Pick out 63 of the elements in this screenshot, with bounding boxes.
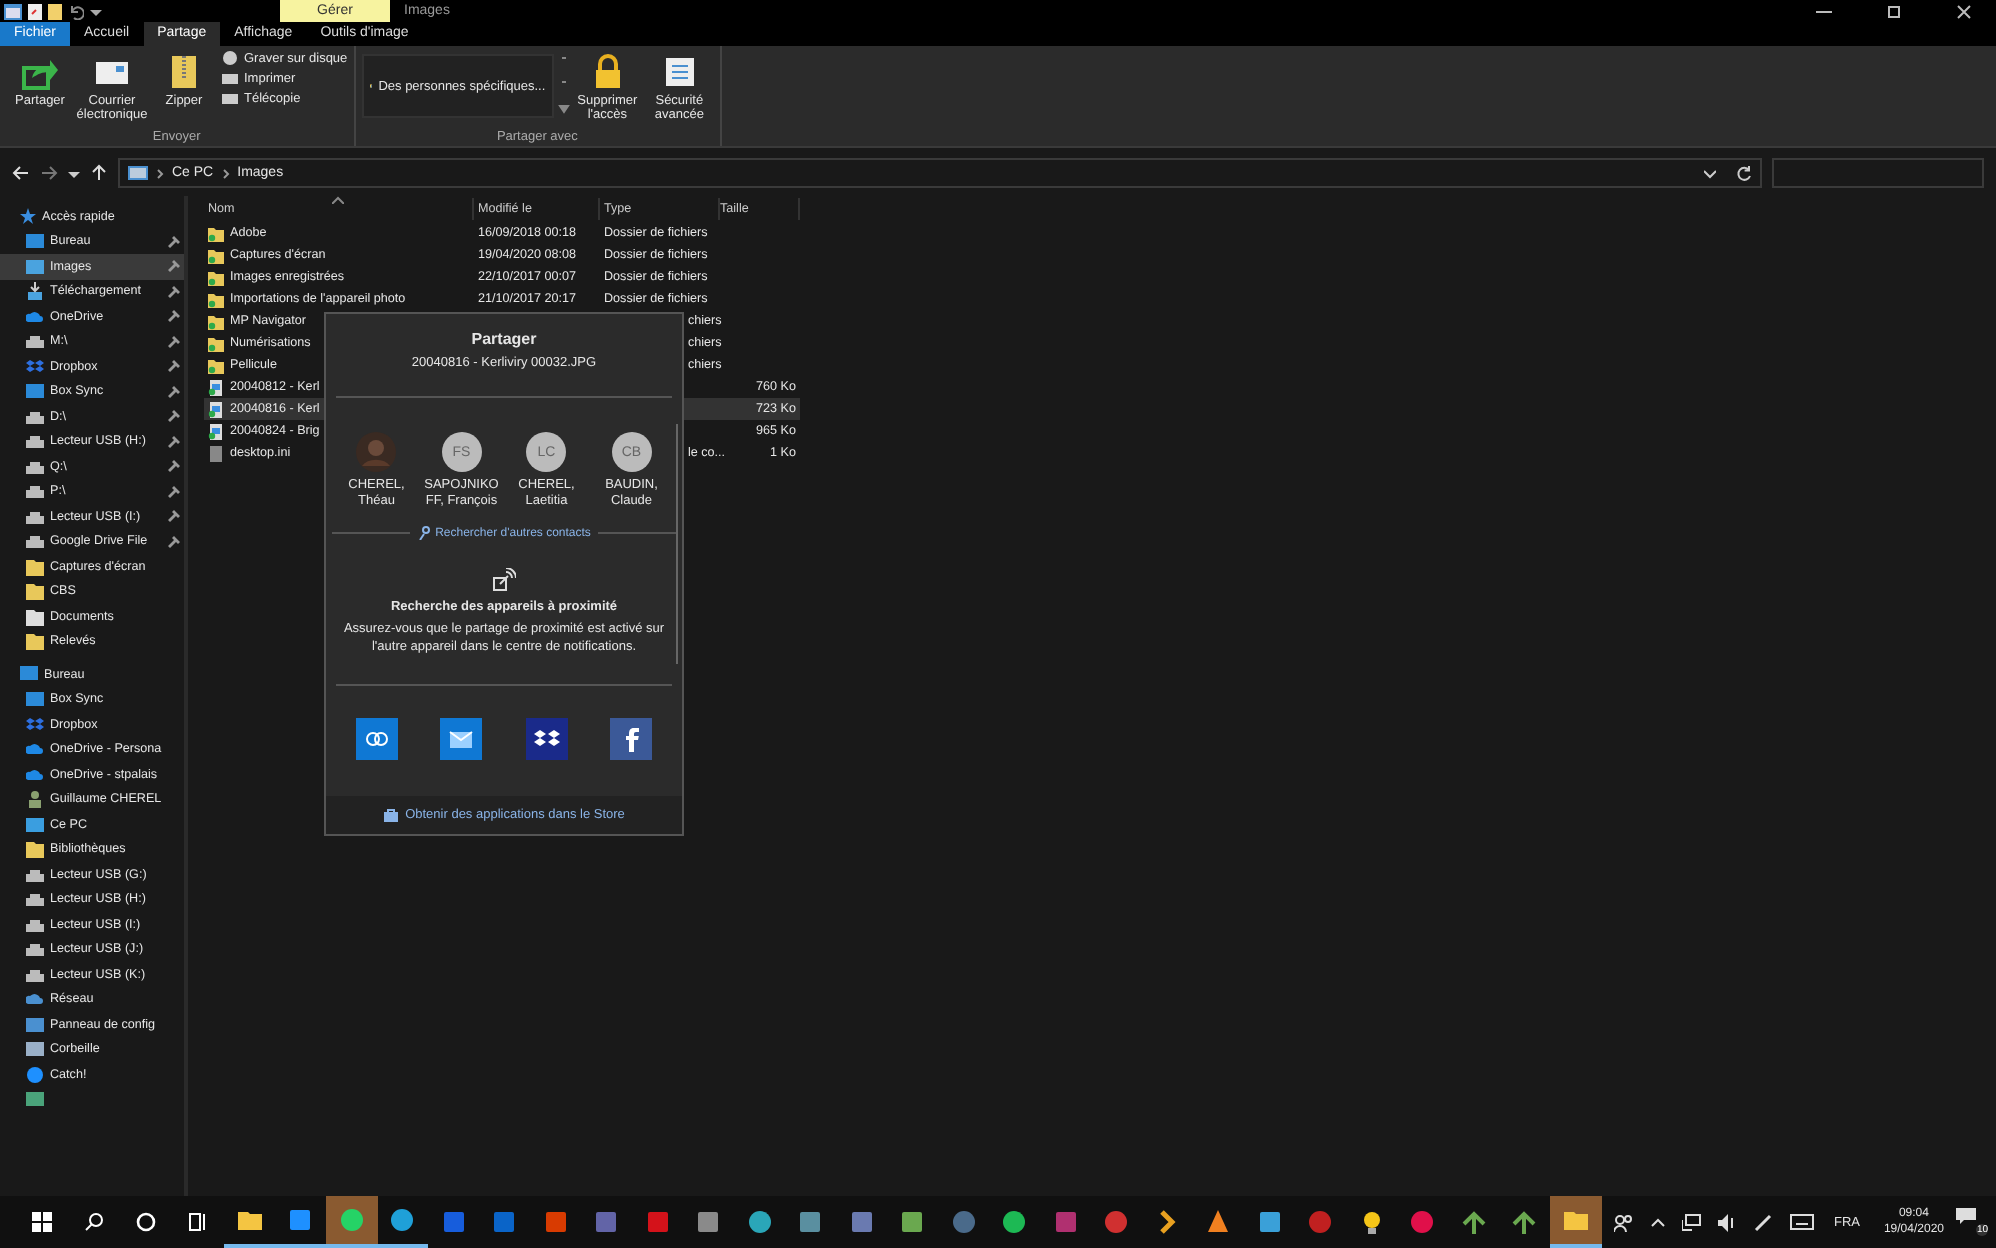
network-icon[interactable] <box>1681 1213 1702 1231</box>
store-bag-icon <box>383 808 398 822</box>
pin-icon[interactable] <box>168 260 180 273</box>
pin-icon[interactable] <box>168 435 180 448</box>
up-arrow-icon[interactable] <box>90 164 108 182</box>
caret-up-icon[interactable] <box>1649 1216 1666 1228</box>
image-file-icon <box>208 379 224 395</box>
refresh-icon[interactable] <box>1736 165 1752 181</box>
zip-folder-icon <box>166 54 202 90</box>
keyboard-icon[interactable] <box>1789 1214 1814 1230</box>
start-icon[interactable] <box>32 1212 52 1232</box>
close-icon[interactable] <box>1956 3 1972 19</box>
chevron-icon[interactable] <box>156 167 164 179</box>
search-icon[interactable] <box>84 1212 104 1232</box>
folder-icon <box>208 313 224 329</box>
people-icon[interactable] <box>1613 1213 1634 1231</box>
disc-icon <box>222 50 238 66</box>
caret-icon[interactable] <box>1704 167 1716 179</box>
folder-icon <box>208 357 224 373</box>
pin-icon[interactable] <box>168 535 180 548</box>
back-icon[interactable] <box>12 164 30 182</box>
image-file-icon <box>208 423 224 439</box>
folder-icon[interactable] <box>48 3 62 19</box>
folder-icon <box>208 269 224 285</box>
pin-icon[interactable] <box>168 510 180 523</box>
pin-icon[interactable] <box>168 485 180 498</box>
folder-icon <box>208 247 224 263</box>
pin-icon[interactable] <box>168 310 180 323</box>
link-icon[interactable] <box>355 718 398 760</box>
caret-icon[interactable] <box>90 5 102 17</box>
caret-icon[interactable] <box>68 167 80 179</box>
pin-icon[interactable] <box>168 285 180 298</box>
nearby-share-icon <box>492 568 516 592</box>
window-icon <box>4 3 22 19</box>
dialog-title: Partager <box>471 330 537 348</box>
forward-icon[interactable] <box>40 164 58 182</box>
document-icon[interactable] <box>28 3 42 19</box>
pc-icon <box>128 165 148 181</box>
search-field[interactable] <box>1772 158 1984 188</box>
volume-icon[interactable] <box>1717 1213 1738 1231</box>
pen-icon[interactable] <box>1753 1213 1774 1231</box>
pin-icon[interactable] <box>168 360 180 373</box>
facebook-icon[interactable] <box>610 718 653 760</box>
monitor-icon <box>20 666 38 683</box>
list-icon <box>661 54 698 90</box>
folder-icon <box>208 335 224 351</box>
task-view-icon[interactable] <box>188 1212 208 1232</box>
folder-icon <box>208 291 224 307</box>
image-file-icon <box>208 401 224 417</box>
mail-icon[interactable] <box>440 718 483 760</box>
pin-icon[interactable] <box>168 235 180 248</box>
pin-icon[interactable] <box>168 335 180 348</box>
undo-icon[interactable] <box>68 3 84 19</box>
dropbox-icon[interactable] <box>525 718 568 760</box>
file-icon <box>208 445 224 461</box>
star-icon <box>20 208 36 225</box>
pin-icon[interactable] <box>168 410 180 423</box>
pin-icon[interactable] <box>168 460 180 473</box>
maximize-icon[interactable] <box>1886 3 1902 19</box>
person-search-icon <box>417 526 432 540</box>
folder-icon <box>208 225 224 241</box>
chevron-icon[interactable] <box>221 167 230 179</box>
pin-icon[interactable] <box>168 385 180 398</box>
